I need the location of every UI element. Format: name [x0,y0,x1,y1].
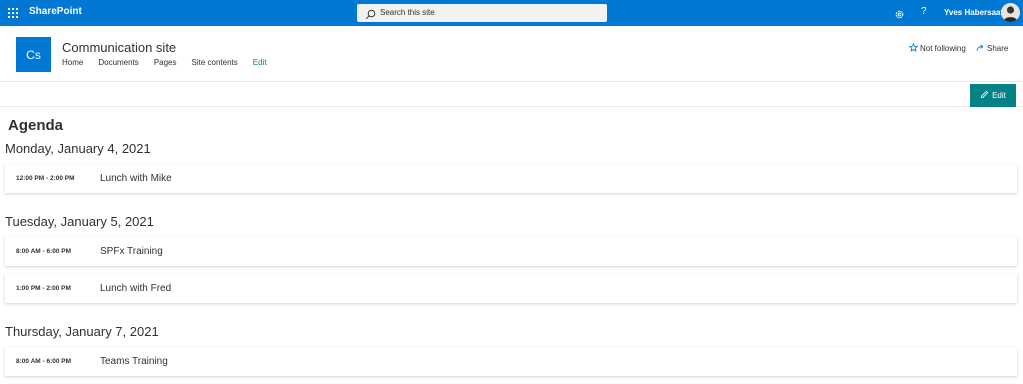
follow-button[interactable]: Not following [908,42,966,54]
event-title: SPFx Training [100,246,163,257]
event-time: 12:00 PM - 2:00 PM [16,175,75,182]
nav-edit-link[interactable]: Edit [253,58,267,67]
user-name[interactable]: Yves Habersaat [944,8,1003,17]
pencil-icon [980,90,992,101]
event-title: Lunch with Mike [100,173,172,184]
avatar[interactable] [1001,3,1020,22]
search-icon [365,7,376,25]
follow-label: Not following [920,44,966,53]
event-time: 8:00 AM - 6:00 PM [16,248,72,255]
nav-item-home[interactable]: Home [62,58,83,67]
search-box[interactable]: Search this site [357,4,607,22]
site-header: Cs Communication site Home Documents Pag… [0,26,1023,82]
star-icon [908,42,920,54]
site-title[interactable]: Communication site [62,40,176,55]
gear-icon[interactable] [894,7,905,25]
nav-item-pages[interactable]: Pages [154,58,177,67]
event-title: Teams Training [100,356,168,367]
event-card[interactable]: 8:00 AM - 6:00 PM SPFx Training [5,237,1017,266]
nav-item-site-contents[interactable]: Site contents [192,58,238,67]
event-time: 1:00 PM - 2:00 PM [16,285,71,292]
site-logo[interactable]: Cs [16,37,51,72]
suite-bar: SharePoint Search this site ? Yves Haber… [0,0,1023,26]
event-title: Lunch with Fred [100,283,172,294]
waffle-icon[interactable] [8,8,18,18]
day-heading: Monday, January 4, 2021 [5,141,151,156]
edit-page-label: Edit [992,91,1006,100]
edit-page-button[interactable]: Edit [970,84,1016,107]
event-card[interactable]: 8:00 AM - 6:00 PM Teams Training [5,347,1017,376]
event-card[interactable]: 12:00 PM - 2:00 PM Lunch with Mike [5,164,1017,193]
site-navigation: Home Documents Pages Site contents Edit [62,58,282,67]
agenda-title: Agenda [8,117,64,134]
share-icon [976,43,987,54]
event-time: 8:00 AM - 6:00 PM [16,358,72,365]
event-card[interactable]: 1:00 PM - 2:00 PM Lunch with Fred [5,274,1017,303]
day-heading: Thursday, January 7, 2021 [5,324,159,339]
app-name-link[interactable]: SharePoint [29,6,82,17]
help-button[interactable]: ? [921,6,927,17]
share-label: Share [987,44,1009,53]
nav-item-documents[interactable]: Documents [98,58,138,67]
command-bar [0,82,1023,107]
search-input[interactable]: Search this site [380,8,435,17]
day-heading: Tuesday, January 5, 2021 [5,214,154,229]
share-button[interactable]: Share [976,43,1008,54]
